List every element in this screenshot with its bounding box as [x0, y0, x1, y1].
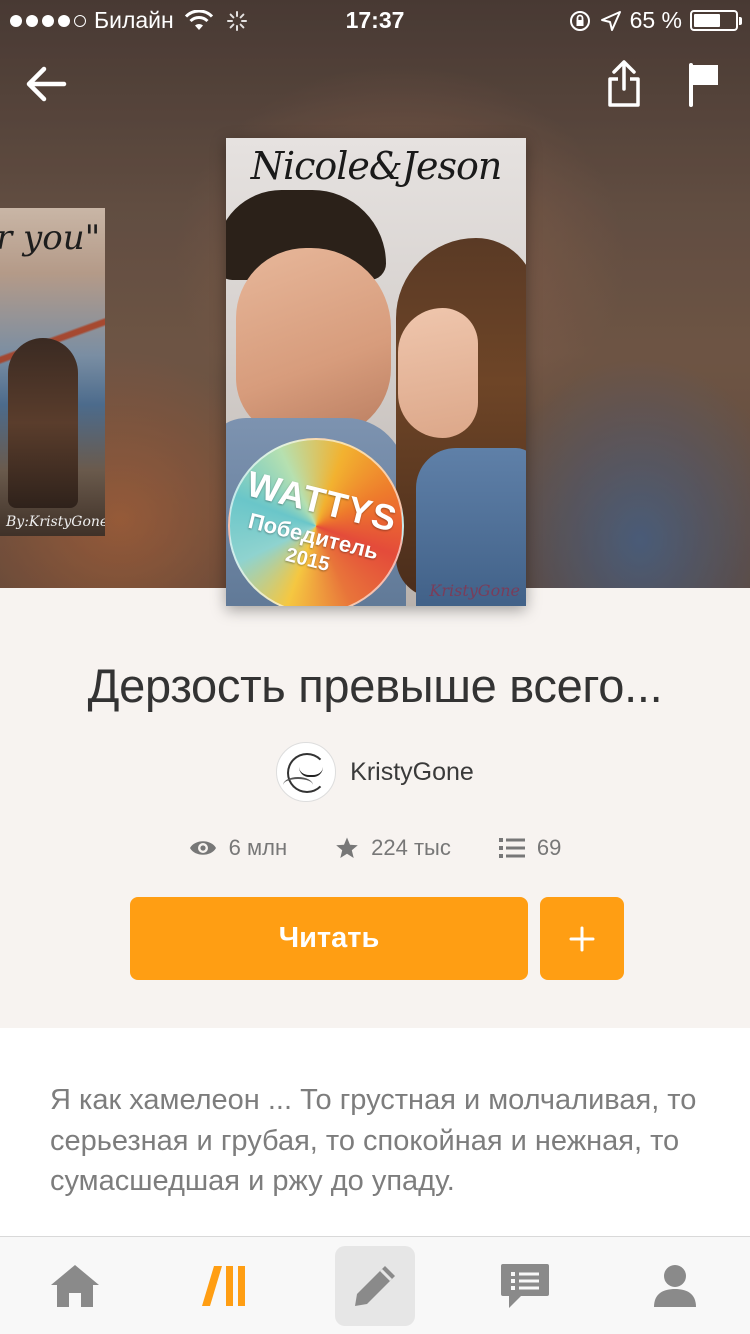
add-to-library-button[interactable]: [540, 897, 624, 980]
book-stats: 6 млн 224 тыс 69: [0, 835, 750, 861]
parts-count: 69: [536, 835, 562, 860]
avatar[interactable]: [276, 742, 337, 802]
book-title: Дерзость превыше всего...: [87, 659, 663, 712]
arrow-left-icon: [26, 66, 67, 102]
plus-icon: [569, 926, 595, 951]
cover-signature: KristyGone: [429, 581, 520, 600]
tab-profile[interactable]: [600, 1237, 750, 1334]
cover-title: Nicole&Jeson: [250, 144, 503, 188]
location-icon: [600, 10, 621, 31]
read-button[interactable]: Читать: [130, 897, 528, 980]
share-icon: [608, 60, 640, 107]
cover-art-figure: [8, 338, 78, 508]
status-bar: Билайн 17:37 65 %: [0, 0, 750, 40]
pencil-icon: [355, 1266, 395, 1306]
star-icon: [336, 837, 358, 858]
author-name[interactable]: KristyGone: [350, 758, 474, 787]
reads-count: 6 млн: [228, 835, 288, 860]
votes-stat: 224 тыс: [335, 835, 451, 861]
votes-count: 224 тыс: [371, 835, 451, 860]
side-cover-byline: By:KristyGone: [6, 514, 105, 530]
battery-percent: 65 %: [629, 7, 682, 33]
tab-messages[interactable]: [450, 1237, 600, 1334]
library-icon: [202, 1266, 245, 1306]
battery-icon: [690, 10, 742, 31]
tab-write[interactable]: [300, 1237, 450, 1334]
tab-bar: [0, 1236, 750, 1334]
battery-level: [694, 14, 720, 27]
side-cover-title: r you": [0, 218, 101, 258]
list-icon: [498, 838, 525, 858]
book-cover[interactable]: Nicole&Jeson WATTYS Победитель 2015 Kris…: [226, 138, 526, 606]
tab-library[interactable]: [150, 1237, 300, 1334]
author-link[interactable]: KristyGone: [0, 742, 750, 802]
reads-stat: 6 млн: [189, 835, 287, 861]
parts-stat: 69: [498, 835, 562, 861]
eye-icon: [189, 841, 216, 855]
cover-art: [398, 308, 478, 438]
chat-icon: [501, 1264, 549, 1308]
report-button[interactable]: [676, 56, 732, 112]
flag-icon: [689, 63, 718, 107]
person-icon: [654, 1265, 696, 1307]
home-icon: [51, 1265, 99, 1307]
share-button[interactable]: [596, 56, 652, 112]
tab-home[interactable]: [0, 1237, 150, 1334]
cover-art: [236, 248, 391, 438]
previous-book-cover[interactable]: r you" By:KristyGone: [0, 208, 105, 536]
orientation-lock-icon: [569, 10, 590, 31]
write-button-bg: [335, 1246, 415, 1326]
book-description: Я как хамелеон ... То грустная и молчали…: [50, 1084, 697, 1197]
status-right: 65 %: [568, 7, 742, 34]
back-button[interactable]: [18, 56, 74, 112]
